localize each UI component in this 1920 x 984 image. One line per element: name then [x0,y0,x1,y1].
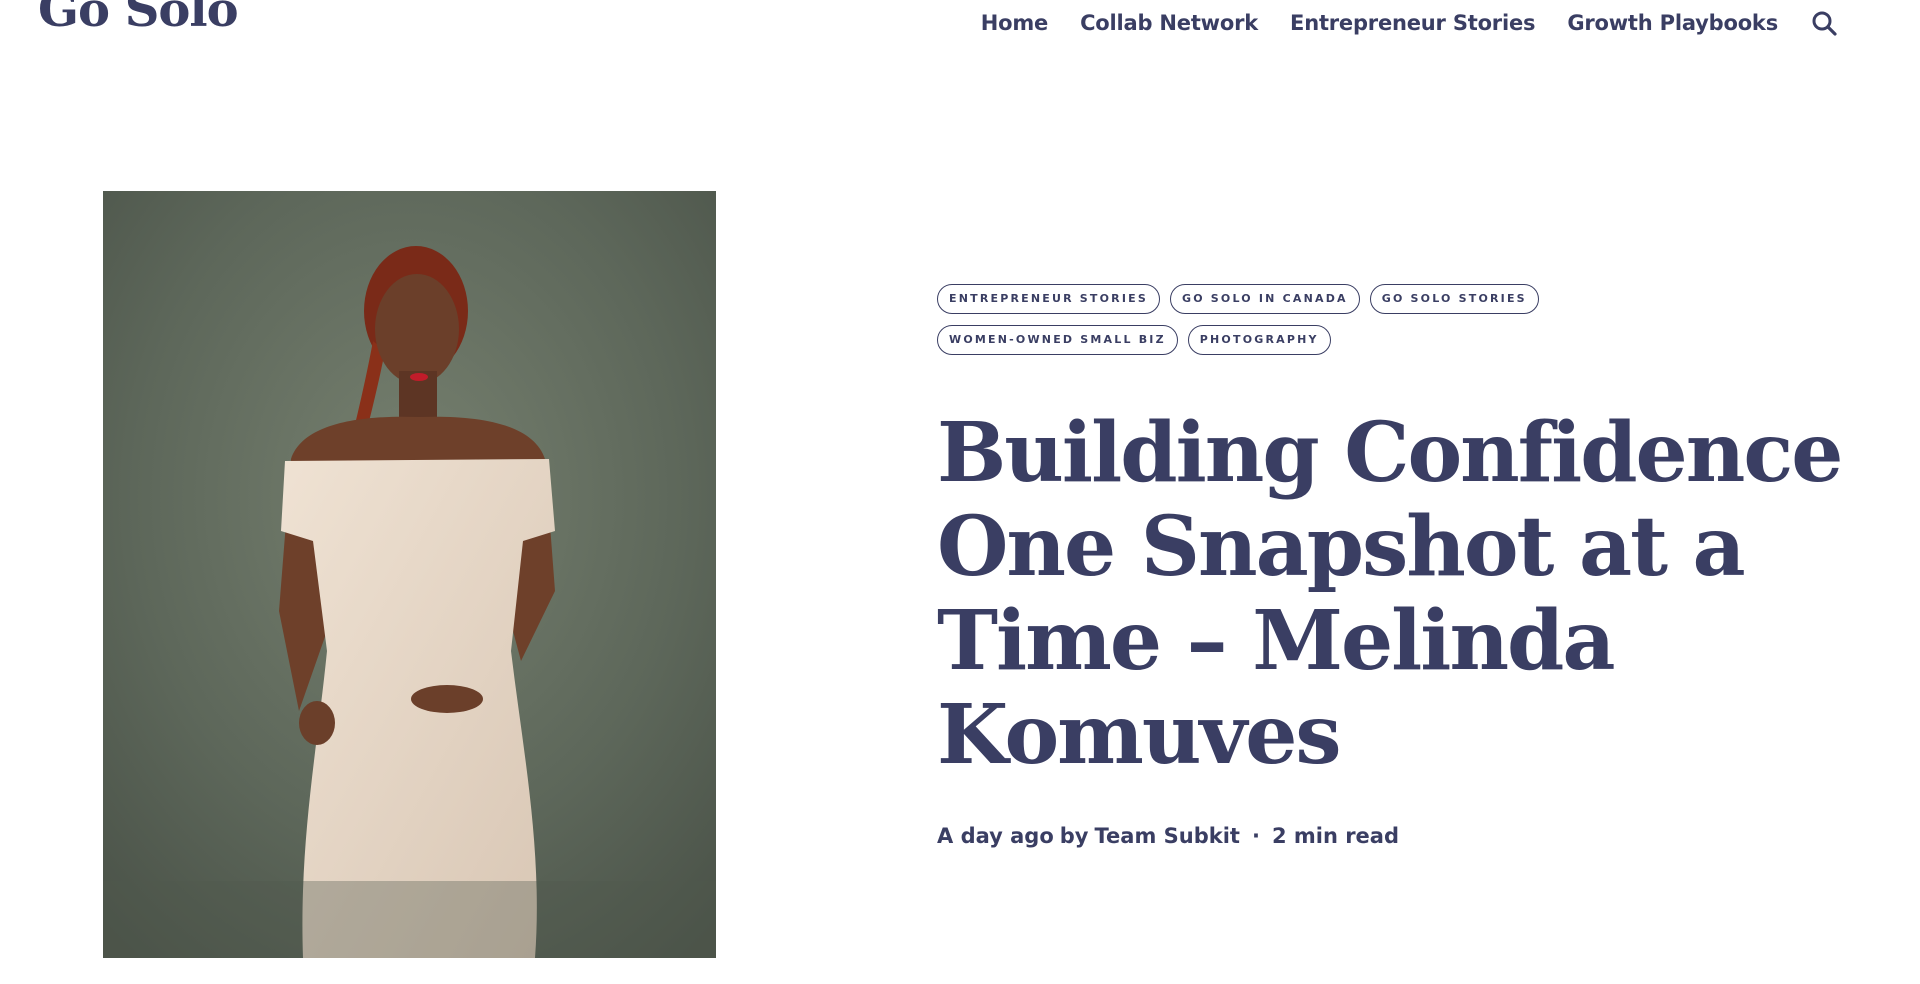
search-icon[interactable] [1810,9,1838,37]
tag-women-owned-small-biz[interactable]: WOMEN-OWNED SMALL BIZ [937,325,1178,355]
post-meta: A day ago by Team Subkit · 2 min read [937,824,1857,848]
tag-go-solo-in-canada[interactable]: GO SOLO IN CANADA [1169,284,1360,314]
nav-item-home[interactable]: Home [981,11,1049,35]
tag-go-solo-stories[interactable]: GO SOLO STORIES [1369,284,1539,314]
post-by-label: by [1059,824,1089,848]
post-title: Building Confidence One Snapshot at a Ti… [937,405,1843,783]
post-author-link[interactable]: Team Subkit [1095,824,1240,848]
post-read-time: 2 min read [1271,824,1400,848]
nav-item-collab-network[interactable]: Collab Network [1080,11,1258,35]
featured-image [103,191,716,958]
post-date: A day ago [937,824,1054,848]
nav-item-growth-playbooks[interactable]: Growth Playbooks [1567,11,1778,35]
main-nav: Home Collab Network Entrepreneur Stories… [981,10,1920,36]
nav-item-entrepreneur-stories[interactable]: Entrepreneur Stories [1290,11,1535,35]
meta-separator: · [1251,824,1260,848]
tag-list: ENTREPRENEUR STORIES GO SOLO IN CANADA G… [937,284,1617,366]
article-header: ENTREPRENEUR STORIES GO SOLO IN CANADA G… [937,284,1857,848]
tag-entrepreneur-stories[interactable]: ENTREPRENEUR STORIES [937,284,1160,314]
site-header: Go Solo Home Collab Network Entrepreneur… [0,0,1920,56]
site-logo[interactable]: Go Solo [38,0,239,34]
tag-photography[interactable]: PHOTOGRAPHY [1187,325,1331,355]
